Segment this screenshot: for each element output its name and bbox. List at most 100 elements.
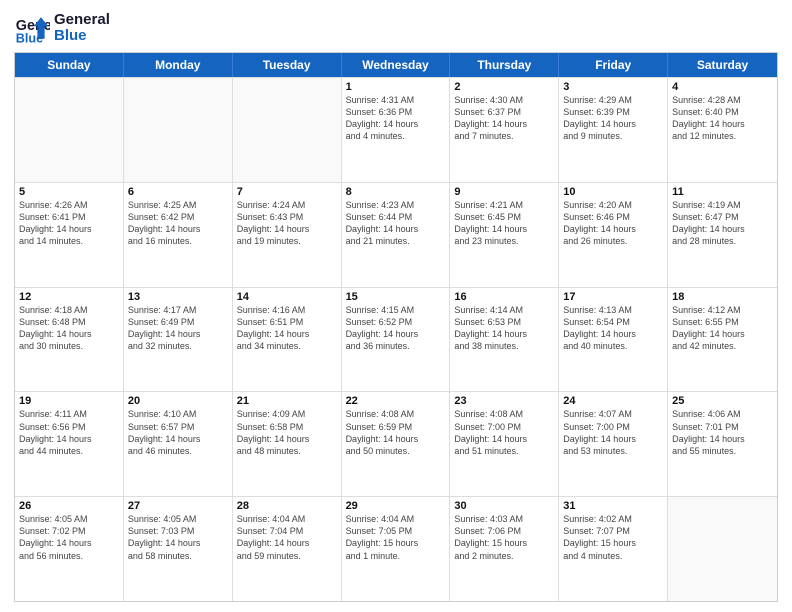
calendar-cell-6: 6Sunrise: 4:25 AM Sunset: 6:42 PM Daylig… (124, 183, 233, 287)
weekday-header-sunday: Sunday (15, 53, 124, 77)
day-number: 10 (563, 186, 663, 198)
weekday-header-saturday: Saturday (668, 53, 777, 77)
day-number: 11 (672, 186, 773, 198)
calendar-cell-12: 12Sunrise: 4:18 AM Sunset: 6:48 PM Dayli… (15, 288, 124, 392)
day-info: Sunrise: 4:07 AM Sunset: 7:00 PM Dayligh… (563, 408, 663, 457)
day-number: 3 (563, 81, 663, 93)
day-info: Sunrise: 4:04 AM Sunset: 7:05 PM Dayligh… (346, 513, 446, 562)
day-info: Sunrise: 4:31 AM Sunset: 6:36 PM Dayligh… (346, 94, 446, 143)
day-number: 19 (19, 395, 119, 407)
day-number: 6 (128, 186, 228, 198)
calendar-cell-14: 14Sunrise: 4:16 AM Sunset: 6:51 PM Dayli… (233, 288, 342, 392)
day-number: 2 (454, 81, 554, 93)
day-info: Sunrise: 4:25 AM Sunset: 6:42 PM Dayligh… (128, 199, 228, 248)
day-number: 28 (237, 500, 337, 512)
day-info: Sunrise: 4:13 AM Sunset: 6:54 PM Dayligh… (563, 304, 663, 353)
day-info: Sunrise: 4:08 AM Sunset: 6:59 PM Dayligh… (346, 408, 446, 457)
calendar-cell-16: 16Sunrise: 4:14 AM Sunset: 6:53 PM Dayli… (450, 288, 559, 392)
day-info: Sunrise: 4:30 AM Sunset: 6:37 PM Dayligh… (454, 94, 554, 143)
day-number: 23 (454, 395, 554, 407)
day-number: 31 (563, 500, 663, 512)
calendar-cell-8: 8Sunrise: 4:23 AM Sunset: 6:44 PM Daylig… (342, 183, 451, 287)
calendar-cell-empty (15, 78, 124, 182)
day-info: Sunrise: 4:08 AM Sunset: 7:00 PM Dayligh… (454, 408, 554, 457)
day-number: 1 (346, 81, 446, 93)
day-number: 14 (237, 291, 337, 303)
calendar-cell-1: 1Sunrise: 4:31 AM Sunset: 6:36 PM Daylig… (342, 78, 451, 182)
calendar-cell-13: 13Sunrise: 4:17 AM Sunset: 6:49 PM Dayli… (124, 288, 233, 392)
weekday-header-friday: Friday (559, 53, 668, 77)
day-number: 9 (454, 186, 554, 198)
calendar-cell-15: 15Sunrise: 4:15 AM Sunset: 6:52 PM Dayli… (342, 288, 451, 392)
day-info: Sunrise: 4:24 AM Sunset: 6:43 PM Dayligh… (237, 199, 337, 248)
calendar-cell-20: 20Sunrise: 4:10 AM Sunset: 6:57 PM Dayli… (124, 392, 233, 496)
calendar-row-1: 5Sunrise: 4:26 AM Sunset: 6:41 PM Daylig… (15, 182, 777, 287)
calendar-body: 1Sunrise: 4:31 AM Sunset: 6:36 PM Daylig… (15, 77, 777, 601)
page: General Blue General Blue SundayMondayTu… (0, 0, 792, 612)
header: General Blue General Blue (14, 10, 778, 46)
day-number: 4 (672, 81, 773, 93)
calendar: SundayMondayTuesdayWednesdayThursdayFrid… (14, 52, 778, 602)
calendar-header: SundayMondayTuesdayWednesdayThursdayFrid… (15, 53, 777, 77)
day-number: 26 (19, 500, 119, 512)
weekday-header-tuesday: Tuesday (233, 53, 342, 77)
day-info: Sunrise: 4:04 AM Sunset: 7:04 PM Dayligh… (237, 513, 337, 562)
day-info: Sunrise: 4:21 AM Sunset: 6:45 PM Dayligh… (454, 199, 554, 248)
day-info: Sunrise: 4:02 AM Sunset: 7:07 PM Dayligh… (563, 513, 663, 562)
day-number: 16 (454, 291, 554, 303)
day-info: Sunrise: 4:19 AM Sunset: 6:47 PM Dayligh… (672, 199, 773, 248)
calendar-cell-27: 27Sunrise: 4:05 AM Sunset: 7:03 PM Dayli… (124, 497, 233, 601)
calendar-cell-empty (668, 497, 777, 601)
day-info: Sunrise: 4:17 AM Sunset: 6:49 PM Dayligh… (128, 304, 228, 353)
day-info: Sunrise: 4:12 AM Sunset: 6:55 PM Dayligh… (672, 304, 773, 353)
calendar-cell-5: 5Sunrise: 4:26 AM Sunset: 6:41 PM Daylig… (15, 183, 124, 287)
calendar-cell-28: 28Sunrise: 4:04 AM Sunset: 7:04 PM Dayli… (233, 497, 342, 601)
day-info: Sunrise: 4:16 AM Sunset: 6:51 PM Dayligh… (237, 304, 337, 353)
calendar-cell-18: 18Sunrise: 4:12 AM Sunset: 6:55 PM Dayli… (668, 288, 777, 392)
calendar-cell-7: 7Sunrise: 4:24 AM Sunset: 6:43 PM Daylig… (233, 183, 342, 287)
calendar-cell-11: 11Sunrise: 4:19 AM Sunset: 6:47 PM Dayli… (668, 183, 777, 287)
calendar-cell-empty (124, 78, 233, 182)
day-info: Sunrise: 4:05 AM Sunset: 7:03 PM Dayligh… (128, 513, 228, 562)
day-info: Sunrise: 4:28 AM Sunset: 6:40 PM Dayligh… (672, 94, 773, 143)
calendar-row-4: 26Sunrise: 4:05 AM Sunset: 7:02 PM Dayli… (15, 496, 777, 601)
day-number: 30 (454, 500, 554, 512)
calendar-cell-2: 2Sunrise: 4:30 AM Sunset: 6:37 PM Daylig… (450, 78, 559, 182)
calendar-cell-19: 19Sunrise: 4:11 AM Sunset: 6:56 PM Dayli… (15, 392, 124, 496)
calendar-cell-24: 24Sunrise: 4:07 AM Sunset: 7:00 PM Dayli… (559, 392, 668, 496)
calendar-cell-9: 9Sunrise: 4:21 AM Sunset: 6:45 PM Daylig… (450, 183, 559, 287)
day-info: Sunrise: 4:18 AM Sunset: 6:48 PM Dayligh… (19, 304, 119, 353)
day-info: Sunrise: 4:23 AM Sunset: 6:44 PM Dayligh… (346, 199, 446, 248)
day-number: 24 (563, 395, 663, 407)
day-info: Sunrise: 4:20 AM Sunset: 6:46 PM Dayligh… (563, 199, 663, 248)
calendar-cell-empty (233, 78, 342, 182)
day-number: 25 (672, 395, 773, 407)
day-number: 18 (672, 291, 773, 303)
day-info: Sunrise: 4:03 AM Sunset: 7:06 PM Dayligh… (454, 513, 554, 562)
day-number: 12 (19, 291, 119, 303)
weekday-header-thursday: Thursday (450, 53, 559, 77)
weekday-header-wednesday: Wednesday (342, 53, 451, 77)
day-number: 13 (128, 291, 228, 303)
day-info: Sunrise: 4:10 AM Sunset: 6:57 PM Dayligh… (128, 408, 228, 457)
calendar-cell-31: 31Sunrise: 4:02 AM Sunset: 7:07 PM Dayli… (559, 497, 668, 601)
logo: General Blue General Blue (14, 10, 110, 46)
calendar-cell-26: 26Sunrise: 4:05 AM Sunset: 7:02 PM Dayli… (15, 497, 124, 601)
day-info: Sunrise: 4:26 AM Sunset: 6:41 PM Dayligh… (19, 199, 119, 248)
weekday-header-monday: Monday (124, 53, 233, 77)
logo-text-line1: General (54, 12, 110, 29)
day-info: Sunrise: 4:11 AM Sunset: 6:56 PM Dayligh… (19, 408, 119, 457)
calendar-cell-4: 4Sunrise: 4:28 AM Sunset: 6:40 PM Daylig… (668, 78, 777, 182)
calendar-row-2: 12Sunrise: 4:18 AM Sunset: 6:48 PM Dayli… (15, 287, 777, 392)
day-number: 29 (346, 500, 446, 512)
day-number: 22 (346, 395, 446, 407)
day-info: Sunrise: 4:05 AM Sunset: 7:02 PM Dayligh… (19, 513, 119, 562)
day-number: 8 (346, 186, 446, 198)
calendar-cell-25: 25Sunrise: 4:06 AM Sunset: 7:01 PM Dayli… (668, 392, 777, 496)
day-number: 21 (237, 395, 337, 407)
calendar-cell-22: 22Sunrise: 4:08 AM Sunset: 6:59 PM Dayli… (342, 392, 451, 496)
calendar-cell-30: 30Sunrise: 4:03 AM Sunset: 7:06 PM Dayli… (450, 497, 559, 601)
day-number: 7 (237, 186, 337, 198)
day-info: Sunrise: 4:29 AM Sunset: 6:39 PM Dayligh… (563, 94, 663, 143)
day-info: Sunrise: 4:09 AM Sunset: 6:58 PM Dayligh… (237, 408, 337, 457)
